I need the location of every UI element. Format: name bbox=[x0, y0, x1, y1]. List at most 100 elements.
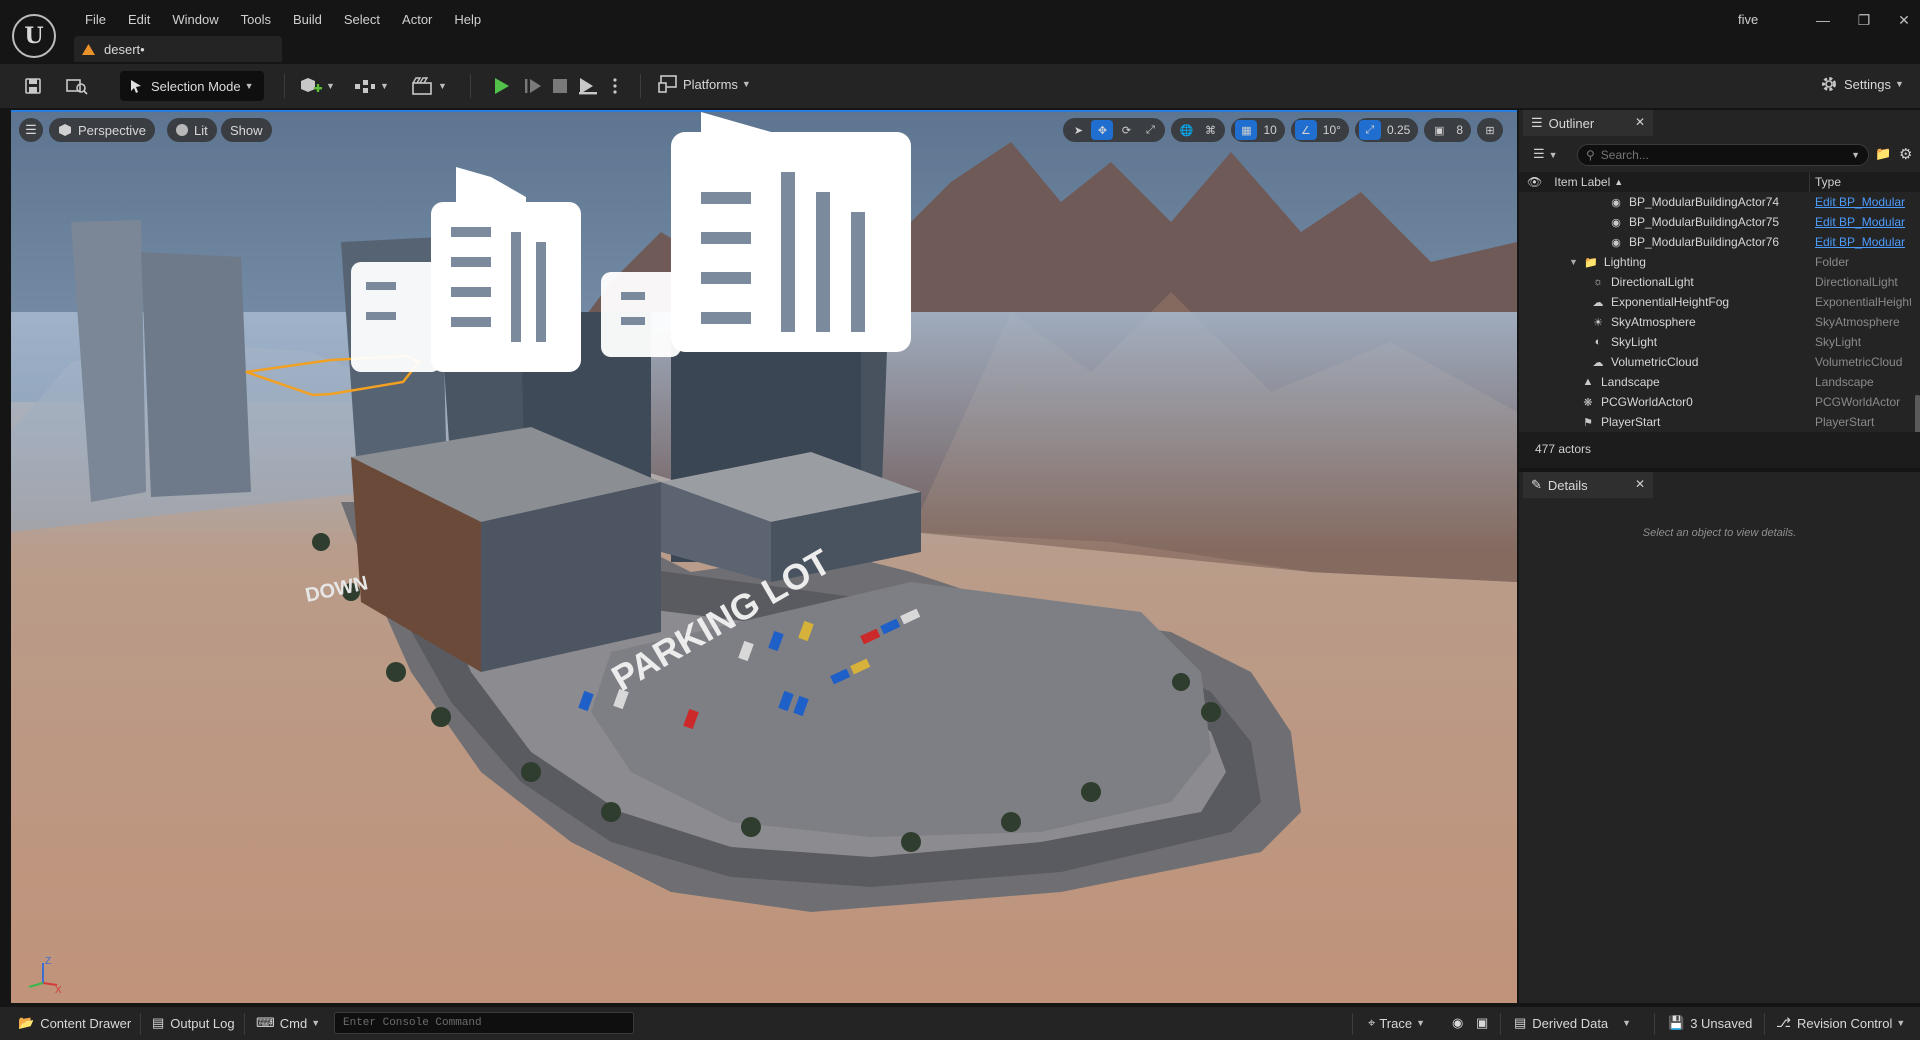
viewport-options-button[interactable]: ☰ bbox=[19, 118, 43, 142]
list-item[interactable]: ⚑ PlayerStart PlayerStart bbox=[1519, 412, 1920, 432]
cloud-icon: ☁ bbox=[1592, 356, 1604, 369]
list-item[interactable]: ☼ DirectionalLight DirectionalLight bbox=[1519, 272, 1920, 292]
gear-icon[interactable]: ⚙ bbox=[1899, 145, 1912, 163]
search-icon: ⚲ bbox=[1586, 148, 1595, 162]
derived-data-dropdown[interactable]: ▤ Derived Data ▼ bbox=[1514, 1015, 1631, 1031]
add-actor-icon[interactable]: ▼ bbox=[300, 75, 335, 97]
settings-dropdown[interactable]: Settings ▼ bbox=[1820, 75, 1904, 93]
unsaved-button[interactable]: 💾 3 Unsaved bbox=[1668, 1015, 1752, 1031]
outliner-search-field[interactable]: ⚲ ▼ bbox=[1577, 144, 1869, 166]
level-viewport[interactable]: DOWN PARKING LOT ☰ Perspective Lit Show … bbox=[11, 110, 1517, 1003]
browse-icon[interactable] bbox=[66, 75, 88, 97]
play-icon[interactable] bbox=[492, 75, 510, 97]
menu-tools[interactable]: Tools bbox=[230, 8, 282, 31]
level-tab[interactable]: desert• bbox=[74, 36, 282, 62]
snapshot-icon[interactable]: ▣ bbox=[1476, 1015, 1488, 1031]
scale-snap-value[interactable]: 0.25 bbox=[1383, 123, 1414, 137]
perspective-label: Perspective bbox=[78, 122, 146, 138]
list-item[interactable]: ▼ 📁 Lighting Folder bbox=[1519, 252, 1920, 272]
menu-select[interactable]: Select bbox=[333, 8, 391, 31]
select-icon[interactable]: ➤ bbox=[1067, 120, 1089, 140]
svg-text:X: X bbox=[55, 985, 62, 995]
restore-icon[interactable]: ❐ bbox=[1851, 10, 1877, 30]
camera-speed-icon[interactable]: ▣ bbox=[1428, 120, 1450, 140]
menu-window[interactable]: Window bbox=[161, 8, 229, 31]
show-button[interactable]: Show bbox=[221, 118, 272, 142]
outliner-tab[interactable]: ☰ Outliner ✕ bbox=[1523, 110, 1653, 136]
cinematics-icon[interactable]: ▼ bbox=[412, 75, 447, 97]
visibility-icon[interactable]: 👁 bbox=[1527, 175, 1542, 189]
cmd-dropdown[interactable]: ⌨ Cmd ▼ bbox=[256, 1015, 320, 1031]
chevron-down-icon: ▼ bbox=[1622, 1018, 1632, 1028]
chevron-down-icon[interactable]: ▼ bbox=[1851, 150, 1860, 160]
menu-help[interactable]: Help bbox=[443, 8, 492, 31]
blueprint-icon[interactable]: ▼ bbox=[354, 75, 389, 97]
chevron-down-icon: ▼ bbox=[1896, 1018, 1906, 1028]
minimize-icon[interactable]: — bbox=[1810, 10, 1836, 30]
list-item[interactable]: ◉ BP_ModularBuildingActor76 Edit BP_Modu… bbox=[1519, 232, 1920, 252]
derived-data-icon: ▤ bbox=[1514, 1015, 1527, 1030]
filter-icon[interactable]: ☰ ▼ bbox=[1533, 146, 1558, 162]
viewport-layout-icon[interactable]: ⊞ bbox=[1479, 120, 1501, 140]
record-icon[interactable]: ◉ bbox=[1452, 1015, 1463, 1031]
console-command-input[interactable] bbox=[334, 1012, 634, 1034]
menu-actor[interactable]: Actor bbox=[391, 8, 443, 31]
translate-icon[interactable]: ✥ bbox=[1091, 120, 1114, 140]
list-item[interactable]: ☀ SkyAtmosphere SkyAtmosphere bbox=[1519, 312, 1920, 332]
list-item[interactable]: ◉ BP_ModularBuildingActor74 Edit BP_Modu… bbox=[1519, 192, 1920, 212]
stop-icon[interactable] bbox=[552, 75, 568, 97]
list-item[interactable]: ◉ BP_ModularBuildingActor75 Edit BP_Modu… bbox=[1519, 212, 1920, 232]
rotation-snap-icon[interactable]: ∠ bbox=[1294, 120, 1317, 140]
settings-label: Settings bbox=[1844, 76, 1891, 92]
close-icon[interactable]: ✕ bbox=[1635, 477, 1645, 491]
platforms-dropdown[interactable]: Platforms ▼ bbox=[658, 75, 751, 93]
edit-blueprint-link[interactable]: Edit BP_Modular bbox=[1815, 215, 1911, 229]
scale-icon[interactable]: ⤢ bbox=[1139, 120, 1161, 140]
menu-edit[interactable]: Edit bbox=[117, 8, 161, 31]
unsaved-icon: 💾 bbox=[1668, 1015, 1685, 1030]
chevron-down-icon: ▼ bbox=[244, 81, 254, 91]
output-log-button[interactable]: ▤ Output Log bbox=[152, 1015, 235, 1031]
revision-control-dropdown[interactable]: ⎇ Revision Control ▼ bbox=[1776, 1015, 1905, 1031]
close-icon[interactable]: ✕ bbox=[1635, 115, 1645, 129]
rotate-icon[interactable]: ⟳ bbox=[1115, 120, 1137, 140]
save-icon[interactable] bbox=[24, 75, 42, 97]
close-icon[interactable]: ✕ bbox=[1891, 10, 1917, 30]
eject-icon[interactable] bbox=[578, 75, 598, 97]
player-start-icon: ⚑ bbox=[1583, 416, 1593, 429]
list-item[interactable]: ☁ ExponentialHeightFog ExponentialHeight… bbox=[1519, 292, 1920, 312]
grid-snap-value[interactable]: 10 bbox=[1259, 123, 1280, 137]
camera-speed-value[interactable]: 8 bbox=[1452, 123, 1467, 137]
list-item[interactable]: ❋ PCGWorldActor0 PCGWorldActor bbox=[1519, 392, 1920, 412]
selection-mode-dropdown[interactable]: Selection Mode ▼ bbox=[120, 71, 264, 101]
list-item[interactable]: ▲ Landscape Landscape bbox=[1519, 372, 1920, 392]
edit-blueprint-link[interactable]: Edit BP_Modular bbox=[1815, 195, 1911, 209]
chevron-down-icon: ▼ bbox=[741, 79, 751, 89]
list-item[interactable]: ◐ SkyLight SkyLight bbox=[1519, 332, 1920, 352]
perspective-button[interactable]: Perspective bbox=[49, 118, 155, 142]
edit-blueprint-link[interactable]: Edit BP_Modular bbox=[1815, 235, 1911, 249]
lit-button[interactable]: Lit bbox=[167, 118, 217, 142]
trace-dropdown[interactable]: ⌖ Trace ▼ bbox=[1368, 1015, 1425, 1031]
step-icon[interactable] bbox=[524, 75, 542, 97]
svg-text:Z: Z bbox=[45, 956, 51, 967]
surface-snap-icon[interactable]: ⌘ bbox=[1199, 120, 1221, 140]
world-space-icon[interactable]: 🌐 bbox=[1175, 120, 1197, 140]
hamburger-icon: ☰ bbox=[25, 122, 37, 137]
add-folder-icon[interactable]: 📁 bbox=[1875, 146, 1891, 162]
menu-build[interactable]: Build bbox=[282, 8, 333, 31]
item-label-column[interactable]: Item Label bbox=[1554, 175, 1610, 189]
play-options-icon[interactable] bbox=[612, 75, 618, 97]
transform-toolbar: ➤ ✥ ⟳ ⤢ 🌐 ⌘ ▦ 10 ∠ 10° ⤢ 0.25 ▣ 8 ⊞ bbox=[1063, 118, 1503, 142]
type-column[interactable]: Type bbox=[1815, 175, 1841, 189]
scale-snap-icon[interactable]: ⤢ bbox=[1358, 120, 1381, 140]
details-tab[interactable]: ✎ Details ✕ bbox=[1523, 472, 1653, 498]
content-drawer-button[interactable]: 📂 Content Drawer bbox=[18, 1015, 131, 1031]
grid-snap-icon[interactable]: ▦ bbox=[1235, 120, 1258, 140]
menu-file[interactable]: File bbox=[74, 8, 117, 31]
unreal-logo-icon[interactable]: U bbox=[12, 14, 56, 58]
list-item[interactable]: ☁ VolumetricCloud VolumetricCloud bbox=[1519, 352, 1920, 372]
expand-arrow-icon[interactable]: ▼ bbox=[1569, 257, 1578, 267]
rotation-snap-value[interactable]: 10° bbox=[1319, 123, 1345, 137]
outliner-search-input[interactable] bbox=[1600, 148, 1821, 162]
